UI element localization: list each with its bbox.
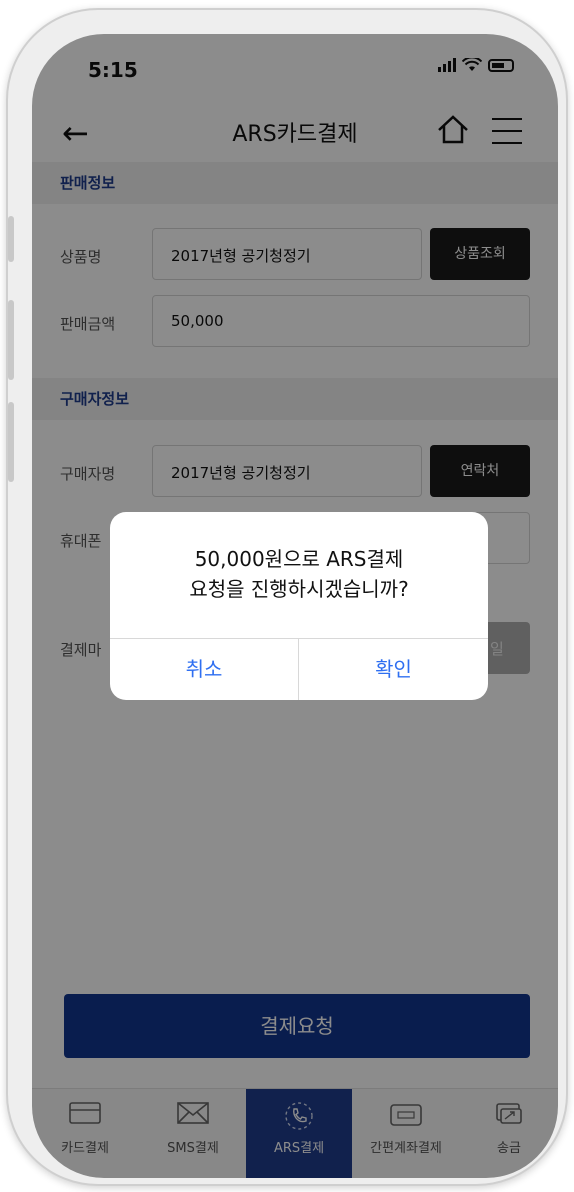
phone-frame: 5:15 ← ARS카드결제 판매정보 상품명 2017년형 공기청정기 상품조…	[6, 8, 568, 1186]
dialog-message-line2: 요청을 진행하시겠습니까?	[189, 577, 409, 601]
confirm-button[interactable]: 확인	[299, 639, 488, 700]
confirm-dialog: 50,000원으로 ARS결제 요청을 진행하시겠습니까? 취소 확인	[110, 512, 488, 700]
mute-switch	[8, 216, 14, 262]
dialog-message-line1: 50,000원으로 ARS결제	[194, 547, 404, 571]
volume-up-button	[8, 300, 14, 380]
cancel-button[interactable]: 취소	[110, 639, 298, 700]
phone-screen: 5:15 ← ARS카드결제 판매정보 상품명 2017년형 공기청정기 상품조…	[32, 34, 558, 1178]
volume-down-button	[8, 402, 14, 482]
dialog-message: 50,000원으로 ARS결제 요청을 진행하시겠습니까?	[110, 544, 488, 604]
